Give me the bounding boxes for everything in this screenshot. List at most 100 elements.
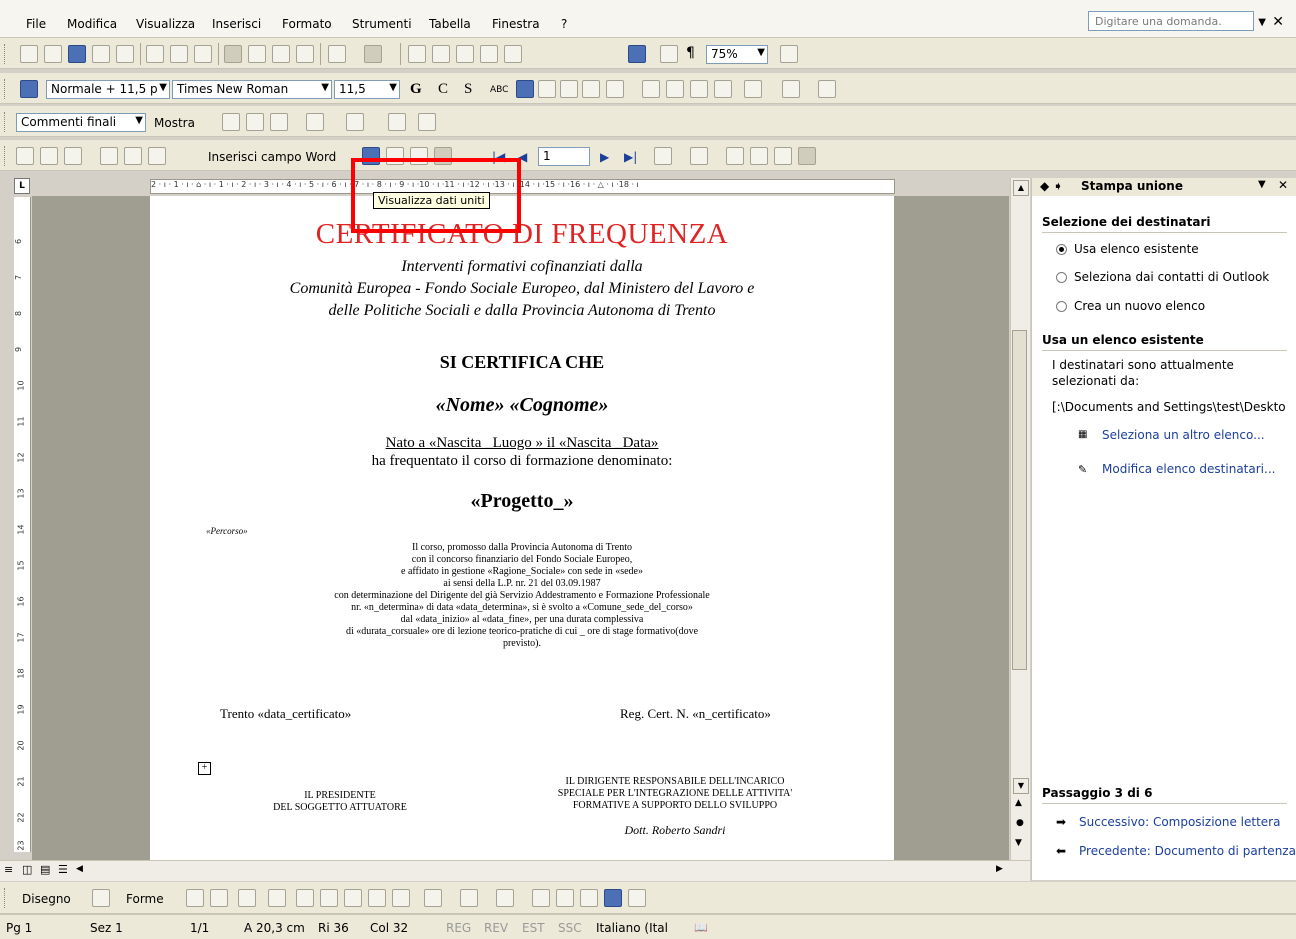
select-objects-icon[interactable] (92, 889, 110, 907)
menu-inserisci[interactable]: Inserisci (212, 17, 261, 31)
previous-arrow-icon[interactable]: ⬅ (1056, 844, 1066, 858)
show-menu-button[interactable]: Mostra (154, 116, 195, 130)
go-to-record-input[interactable]: 1 (538, 147, 590, 166)
diagram-icon[interactable] (344, 889, 362, 907)
main-document-setup-icon[interactable] (16, 147, 34, 165)
previous-page-icon[interactable]: ▲ (1015, 798, 1022, 808)
columns-icon[interactable] (504, 45, 522, 63)
align-left-icon[interactable] (516, 80, 534, 98)
document-map-icon[interactable] (660, 45, 678, 63)
insert-excel-icon[interactable] (480, 45, 498, 63)
permission-icon[interactable] (92, 45, 110, 63)
drawing-icon[interactable] (628, 45, 646, 63)
autoshapes-menu-button[interactable]: Forme (126, 892, 164, 906)
outline-view-icon[interactable]: ☰ (58, 863, 68, 876)
horizontal-ruler[interactable]: 2 · ı · 1 · ı · ⌂ · ı · 1 · ı · 2 · ı · … (150, 179, 895, 194)
next-change-icon[interactable] (246, 113, 264, 131)
merge-to-fax-icon[interactable] (798, 147, 816, 165)
numbering-icon[interactable] (642, 80, 660, 98)
rectangle-icon[interactable] (238, 889, 256, 907)
vertical-ruler[interactable]: 6 7 8 9 10 11 12 13 14 15 16 17 18 19 20… (14, 197, 31, 852)
mail-merge-recipients-icon[interactable] (64, 147, 82, 165)
close-document-icon[interactable]: ✕ (1272, 14, 1284, 30)
select-another-list-link[interactable]: Seleziona un altro elenco... (1102, 428, 1265, 442)
check-errors-icon[interactable] (690, 147, 708, 165)
decrease-indent-icon[interactable] (690, 80, 708, 98)
menu-help[interactable]: ? (561, 17, 567, 31)
font-size-combo[interactable]: 11,5 ▼ (334, 80, 400, 99)
menu-formato[interactable]: Formato (282, 17, 332, 31)
font-color-icon[interactable] (818, 80, 836, 98)
new-comment-icon[interactable] (346, 113, 364, 131)
zoom-combo[interactable]: 75% ▼ (706, 45, 768, 64)
table-move-handle[interactable]: + (198, 762, 211, 775)
italic-button[interactable]: C (438, 81, 448, 98)
textbox-icon[interactable] (296, 889, 314, 907)
task-pane-menu-icon[interactable]: ▼ (1258, 179, 1266, 190)
scroll-up-icon[interactable]: ▲ (1013, 180, 1029, 196)
next-arrow-icon[interactable]: ➡ (1056, 815, 1066, 829)
menu-strumenti[interactable]: Strumenti (352, 17, 412, 31)
menu-tabella[interactable]: Tabella (429, 17, 471, 31)
back-forward-icon[interactable]: ◆ ➧ (1040, 179, 1063, 193)
option-label[interactable]: Seleziona dai contatti di Outlook (1074, 270, 1269, 284)
merge-to-printer-icon[interactable] (750, 147, 768, 165)
track-changes-icon[interactable] (388, 113, 406, 131)
spelling-status-icon[interactable]: 📖 (694, 921, 708, 934)
status-track-changes[interactable]: REV (484, 921, 508, 935)
format-painter-icon[interactable] (296, 45, 314, 63)
open-data-source-icon[interactable] (40, 147, 58, 165)
previous-step-link[interactable]: Precedente: Documento di partenza (1079, 844, 1296, 858)
document-page[interactable]: CERTIFICATO DI FREQUENZA Interventi form… (150, 196, 894, 860)
status-overtype[interactable]: SSC (558, 921, 582, 935)
justify-icon[interactable] (582, 80, 600, 98)
arrow-icon[interactable] (210, 889, 228, 907)
insert-address-block-icon[interactable] (100, 147, 118, 165)
clipart-icon[interactable] (368, 889, 386, 907)
wordart-icon[interactable] (320, 889, 338, 907)
ask-question-input[interactable]: Digitare una domanda. (1088, 11, 1254, 31)
bullets-icon[interactable] (666, 80, 684, 98)
menu-visualizza[interactable]: Visualizza (136, 17, 195, 31)
merge-to-email-icon[interactable] (774, 147, 792, 165)
option-label[interactable]: Crea un nuovo elenco (1074, 299, 1205, 313)
line-color-icon[interactable] (460, 889, 478, 907)
borders-icon[interactable] (744, 80, 762, 98)
print-icon[interactable] (146, 45, 164, 63)
cut-icon[interactable] (224, 45, 242, 63)
previous-change-icon[interactable] (222, 113, 240, 131)
print-layout-icon[interactable]: ▤ (40, 863, 50, 876)
increase-indent-icon[interactable] (714, 80, 732, 98)
line-spacing-icon[interactable] (606, 80, 624, 98)
draw-menu-button[interactable]: Disegno (22, 892, 71, 906)
toolbar-grip[interactable] (4, 79, 8, 99)
arrow-style-icon[interactable] (580, 889, 598, 907)
new-document-icon[interactable] (20, 45, 38, 63)
normal-view-icon[interactable]: ≡ (4, 863, 13, 876)
hyperlink-icon[interactable] (408, 45, 426, 63)
font-color-icon[interactable] (496, 889, 514, 907)
align-center-icon[interactable] (538, 80, 556, 98)
menu-modifica[interactable]: Modifica (67, 17, 117, 31)
status-record-macro[interactable]: REG (446, 921, 471, 935)
reject-change-icon[interactable] (306, 113, 324, 131)
toolbar-grip[interactable] (4, 146, 8, 166)
shadow-style-icon[interactable] (604, 889, 622, 907)
scroll-down-icon[interactable]: ▼ (1013, 778, 1029, 794)
last-record-icon[interactable]: ▶| (624, 150, 637, 164)
horizontal-scrollbar[interactable]: ≡ ◫ ▤ ☰ ◀ ▶ (0, 860, 1030, 881)
highlight-icon[interactable] (782, 80, 800, 98)
line-style-icon[interactable] (532, 889, 550, 907)
radio-outlook-contacts[interactable] (1056, 272, 1067, 283)
insert-table-icon[interactable] (456, 45, 474, 63)
character-scale-button[interactable]: ABC (490, 85, 508, 95)
copy-icon[interactable] (248, 45, 266, 63)
next-record-icon[interactable]: ▶ (600, 150, 609, 164)
toolbar-grip[interactable] (4, 44, 8, 64)
select-browse-object-icon[interactable]: ● (1016, 818, 1024, 828)
radio-use-existing-list[interactable] (1056, 244, 1067, 255)
merge-to-new-document-icon[interactable] (726, 147, 744, 165)
scroll-right-icon[interactable]: ▶ (996, 864, 1003, 874)
insert-greeting-line-icon[interactable] (124, 147, 142, 165)
picture-icon[interactable] (392, 889, 410, 907)
